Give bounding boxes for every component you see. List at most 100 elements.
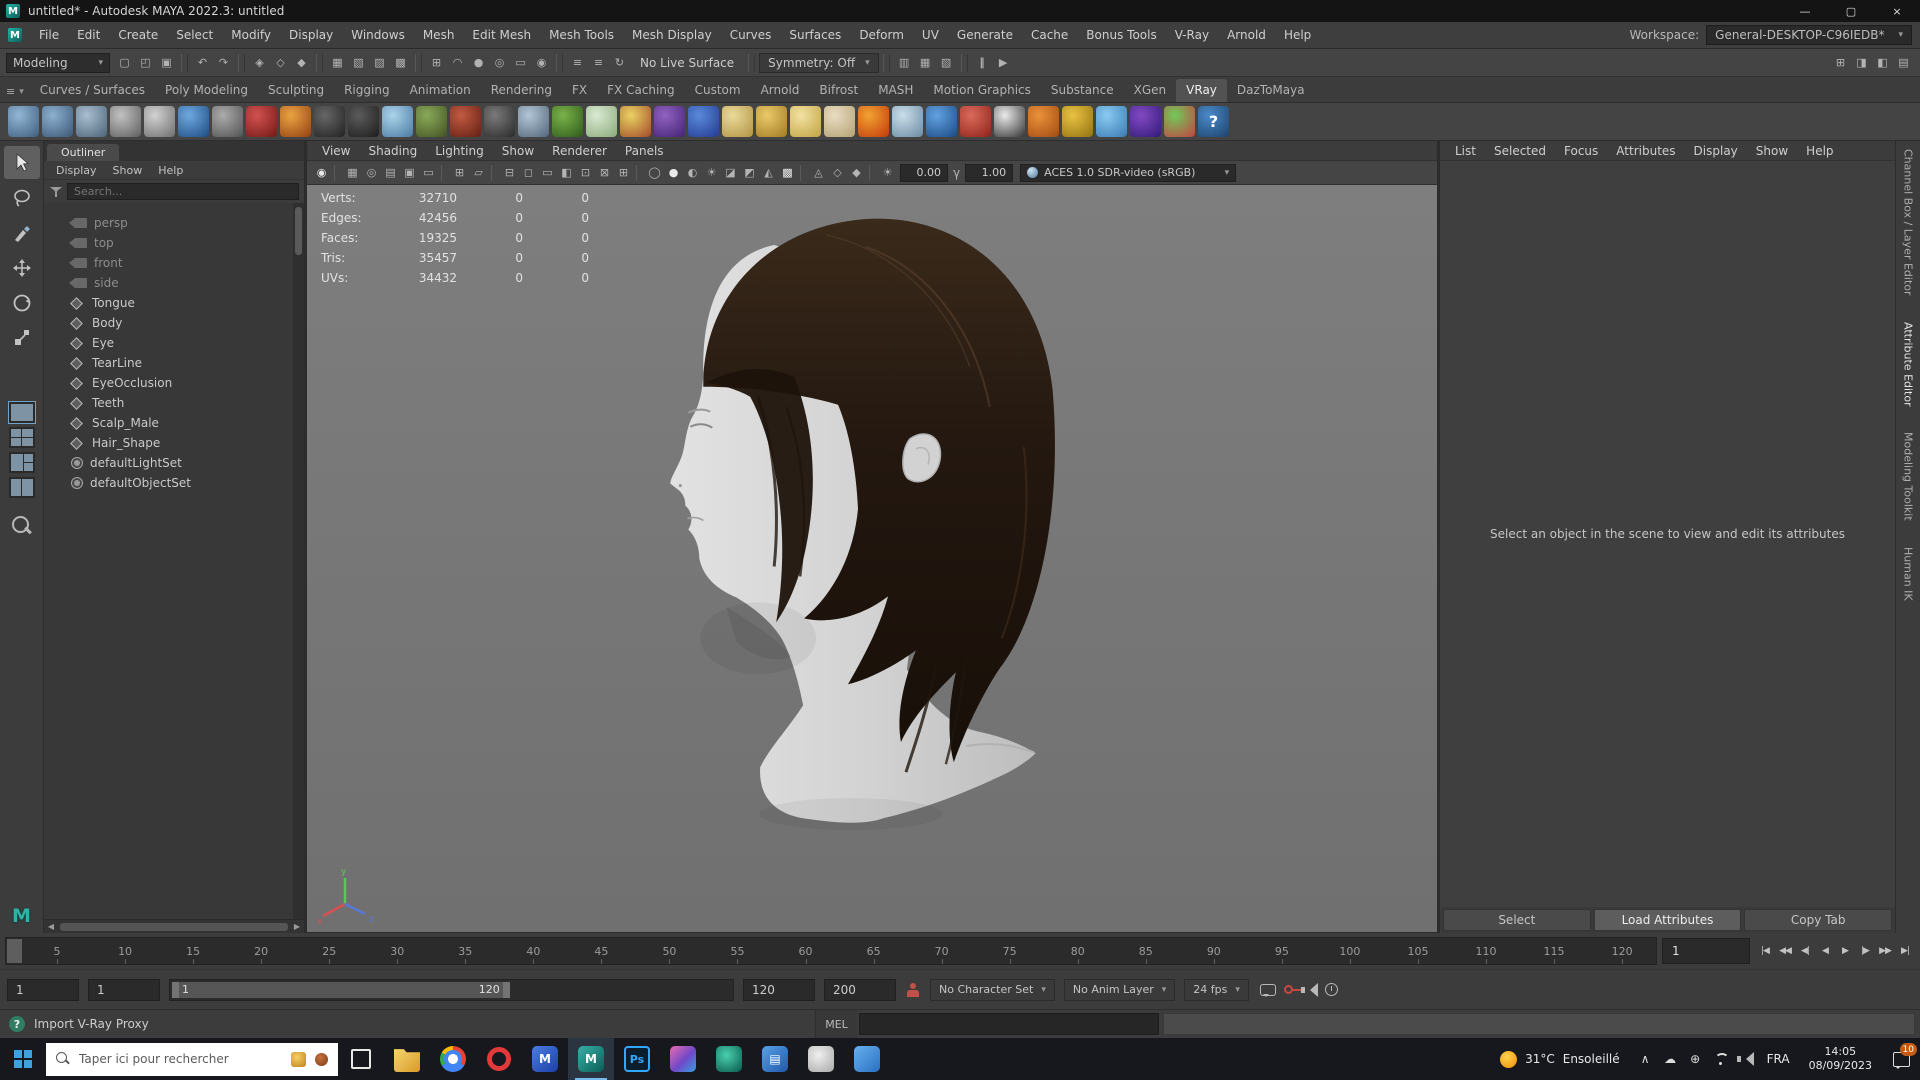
outliner-menu-item[interactable]: Help [150,164,191,177]
exposure-icon[interactable]: ☀ [878,163,897,183]
shelf-tab[interactable]: XGen [1124,79,1177,102]
menu-item[interactable]: Display [280,28,342,42]
separator[interactable] [441,164,447,181]
shelf-tab[interactable]: Motion Graphics [923,79,1041,102]
attribute-editor-menu-item[interactable]: Show [1747,144,1797,158]
grease-pencil-icon[interactable]: ▱ [469,163,488,183]
play-forwards-button[interactable]: ▶ [1835,938,1855,964]
toggle-attribute-editor-icon[interactable]: ◨ [1851,52,1872,73]
help-icon[interactable]: ? [1198,106,1229,137]
attribute-editor-menu-item[interactable]: Selected [1485,144,1555,158]
timeline-tick[interactable]: 40 [499,938,567,964]
dark-sphere-icon[interactable] [348,106,379,137]
screen-space-ao-icon[interactable]: ◩ [740,163,759,183]
outliner-item[interactable]: defaultLightSet [44,453,304,473]
timeline-tick[interactable]: 90 [1180,938,1248,964]
safe-action-icon[interactable]: ⊠ [595,163,614,183]
select-camera-icon[interactable]: ▦ [343,163,362,183]
input-connections-icon[interactable]: ≡ [567,52,588,73]
snap-to-projected-center-icon[interactable]: ◎ [489,52,510,73]
use-all-lights-icon[interactable]: ☀ [702,163,721,183]
help-icon[interactable]: ? [9,1016,25,1032]
go-to-end-button[interactable]: ▶| [1895,938,1915,964]
shelf-tab[interactable]: MASH [868,79,923,102]
fireworks-icon[interactable] [620,106,651,137]
snap-to-curve-icon[interactable]: ◠ [447,52,468,73]
timeline-tick[interactable]: 100 [1316,938,1384,964]
sun-light-icon[interactable] [858,106,889,137]
step-forward-key-button[interactable]: ▶▶ [1875,938,1895,964]
mask-handles-icon[interactable]: ▦ [327,52,348,73]
poly-tool-icon-2[interactable] [42,106,73,137]
menu-item[interactable]: Surfaces [780,28,850,42]
rotate-tool[interactable] [4,286,40,319]
layout-single-pane-button[interactable] [7,401,36,424]
scroll-left-icon[interactable]: ◀ [44,922,58,931]
checker-sphere-icon[interactable] [314,106,345,137]
playback-start-field[interactable]: 1 [88,978,160,1001]
measure-tool-icon[interactable] [110,106,141,137]
network-icon[interactable]: ⊕ [1683,1038,1708,1080]
outliner-item[interactable]: Eye [44,333,304,353]
layout-two-panes-button[interactable] [8,477,35,498]
game-controller-icon[interactable] [798,1038,844,1080]
mask-curves-icon[interactable]: ▨ [369,52,390,73]
xray-icon[interactable]: ◇ [828,163,847,183]
attribute-editor-button[interactable]: Load Attributes [1593,909,1742,931]
separator[interactable] [800,164,806,181]
play-backwards-button[interactable]: ◀ [1815,938,1835,964]
menu-item[interactable]: Curves [721,28,781,42]
snap-to-point-icon[interactable]: ● [468,52,489,73]
exposure-field[interactable]: 0.00 [900,163,948,182]
head-model-render[interactable] [307,185,1437,932]
outliner-item[interactable]: front [44,253,304,273]
app-m-blue-icon[interactable]: M [522,1038,568,1080]
outliner-panel-tab[interactable]: Outliner [47,144,120,161]
outliner-item[interactable]: persp [44,213,304,233]
teal-swirl-app-icon[interactable] [706,1038,752,1080]
menu-item[interactable]: Mesh Tools [540,28,623,42]
separator[interactable] [491,164,497,181]
photoshop-icon[interactable]: Ps [614,1038,660,1080]
swirl-purple-icon[interactable] [654,106,685,137]
maya-menu-icon[interactable]: M [8,28,22,42]
premiere-icon[interactable] [660,1038,706,1080]
viewport-menu-item[interactable]: View [313,144,359,158]
lock-camera-icon[interactable]: ◎ [362,163,381,183]
start-button[interactable] [0,1038,46,1080]
menu-item[interactable]: Windows [342,28,414,42]
outliner-menu-item[interactable]: Show [105,164,151,177]
volume-icon[interactable] [1733,1038,1758,1080]
timeline-tick[interactable]: 115 [1520,938,1588,964]
menu-item[interactable]: Bonus Tools [1077,28,1165,42]
character-set-icon[interactable] [905,982,921,998]
dome-light-icon[interactable] [722,106,753,137]
paint-select-tool[interactable] [4,216,40,249]
onedrive-cloud-icon[interactable]: ☁ [1658,1038,1683,1080]
timeline-tick[interactable]: 65 [840,938,908,964]
time-slider[interactable]: 5 10 15 20 25 30 35 40 45 50 55 60 65 70 75 80 85 90 95 100… [5,937,1657,965]
task-view-icon[interactable] [338,1038,384,1080]
snap-to-grid-icon[interactable]: ⊞ [426,52,447,73]
isolate-select-icon[interactable]: ◬ [809,163,828,183]
menu-item[interactable]: Help [1275,28,1320,42]
hidden-icons-chevron[interactable]: ∧ [1633,1038,1658,1080]
shelf-tab[interactable]: Bifrost [809,79,868,102]
cone-icon[interactable] [824,106,855,137]
auto-keyframe-icon[interactable] [1283,985,1301,994]
close-button[interactable]: × [1874,0,1920,22]
shelf-tab-chevron-icon[interactable]: ▾ [19,87,24,97]
shelf-tab[interactable]: FX [562,79,597,102]
wifi-icon[interactable] [1708,1038,1733,1080]
maya-icon[interactable]: M [568,1038,614,1080]
menu-item[interactable]: Create [109,28,167,42]
animation-preferences-icon[interactable] [1324,983,1338,996]
taskbar-clock[interactable]: 14:05 08/09/2023 [1799,1045,1882,1074]
weather-widget[interactable]: 31°C Ensoleillé [1487,1050,1633,1068]
sphere-deep-blue-icon[interactable] [688,106,719,137]
gamma-icon[interactable]: γ [951,166,962,180]
scroll-right-icon[interactable]: ▶ [290,922,304,931]
menu-item[interactable]: Cache [1022,28,1077,42]
playback-options-icon[interactable] [1259,983,1276,997]
construction-history-icon[interactable]: ↻ [609,52,630,73]
